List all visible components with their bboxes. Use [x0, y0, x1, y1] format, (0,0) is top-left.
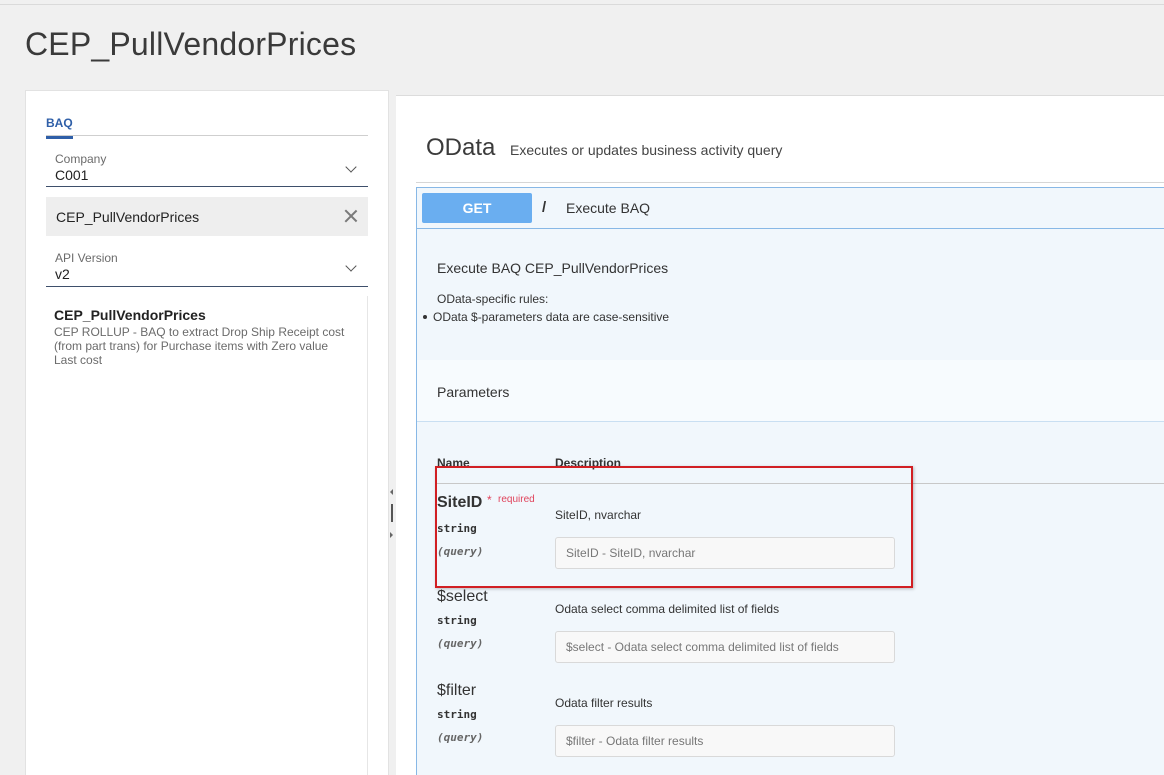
operation-summary: Execute BAQ: [566, 200, 651, 216]
column-header-name: Name: [437, 456, 470, 470]
api-version-dropdown[interactable]: API Version v2: [46, 251, 368, 287]
rules-label: OData-specific rules:: [437, 292, 549, 306]
select-input[interactable]: [555, 631, 895, 663]
section-title: OData: [426, 134, 496, 161]
rules-list-item: OData $-parameters data are case-sensiti…: [423, 310, 669, 324]
company-dropdown[interactable]: Company C001: [46, 152, 368, 187]
baq-selector[interactable]: CEP_PullVendorPrices: [46, 197, 368, 236]
section-divider: [416, 182, 1164, 183]
param-description: SiteID, nvarchar: [555, 508, 642, 522]
param-type: string: [437, 708, 477, 721]
baq-value: CEP_PullVendorPrices: [56, 209, 200, 225]
operation-header[interactable]: GET / Execute BAQ: [417, 188, 1164, 229]
panel-splitter[interactable]: [389, 90, 396, 775]
param-location: (query): [437, 545, 484, 558]
collapse-left-icon[interactable]: [390, 489, 393, 495]
list-item-description: CEP ROLLUP - BAQ to extract Drop Ship Re…: [54, 325, 345, 367]
param-name-filter: $filter: [437, 682, 477, 699]
parameters-title: Parameters: [437, 384, 510, 400]
left-panel: BAQ Company C001 CEP_PullVendorPrices AP…: [25, 90, 389, 775]
siteid-input[interactable]: [555, 537, 895, 569]
parameters-header: Parameters: [417, 360, 1164, 422]
column-header-description: Description: [555, 456, 622, 470]
baq-list: CEP_PullVendorPrices CEP ROLLUP - BAQ to…: [46, 296, 368, 775]
right-panel: OData Executes or updates business activ…: [396, 95, 1164, 775]
operation-block: GET / Execute BAQ Execute BAQ CEP_PullVe…: [416, 187, 1164, 775]
param-location: (query): [437, 731, 484, 744]
param-description: Odata filter results: [555, 696, 653, 710]
required-star: *: [487, 493, 492, 507]
operation-path: /: [542, 199, 547, 216]
param-location: (query): [437, 637, 484, 650]
company-label: Company: [55, 152, 107, 166]
bullet-icon: [423, 314, 427, 319]
tab-divider: [46, 135, 368, 136]
operation-description: Execute BAQ CEP_PullVendorPrices: [437, 260, 669, 276]
drag-handle-icon[interactable]: [391, 504, 393, 522]
api-version-label: API Version: [55, 251, 118, 265]
column-header-divider: [437, 483, 1164, 484]
chevron-down-icon[interactable]: [345, 161, 357, 173]
close-icon[interactable]: [344, 209, 358, 223]
get-method-button[interactable]: GET: [422, 193, 532, 223]
expand-right-icon[interactable]: [390, 532, 393, 538]
param-type: string: [437, 522, 477, 535]
param-type: string: [437, 614, 477, 627]
rule-text: OData $-parameters data are case-sensiti…: [433, 310, 670, 324]
param-name-select: $select: [437, 588, 488, 605]
api-version-value: v2: [55, 266, 70, 282]
company-value: C001: [55, 167, 89, 183]
param-description: Odata select comma delimited list of fie…: [555, 602, 780, 616]
page-title: CEP_PullVendorPrices: [25, 26, 357, 62]
filter-input[interactable]: [555, 725, 895, 757]
required-label: required: [498, 494, 535, 505]
list-item-title[interactable]: CEP_PullVendorPrices: [54, 307, 206, 323]
param-name-siteid: SiteID: [437, 494, 483, 511]
section-subtitle: Executes or updates business activity qu…: [510, 142, 783, 158]
top-border: [0, 4, 1164, 5]
chevron-down-icon[interactable]: [345, 260, 357, 272]
